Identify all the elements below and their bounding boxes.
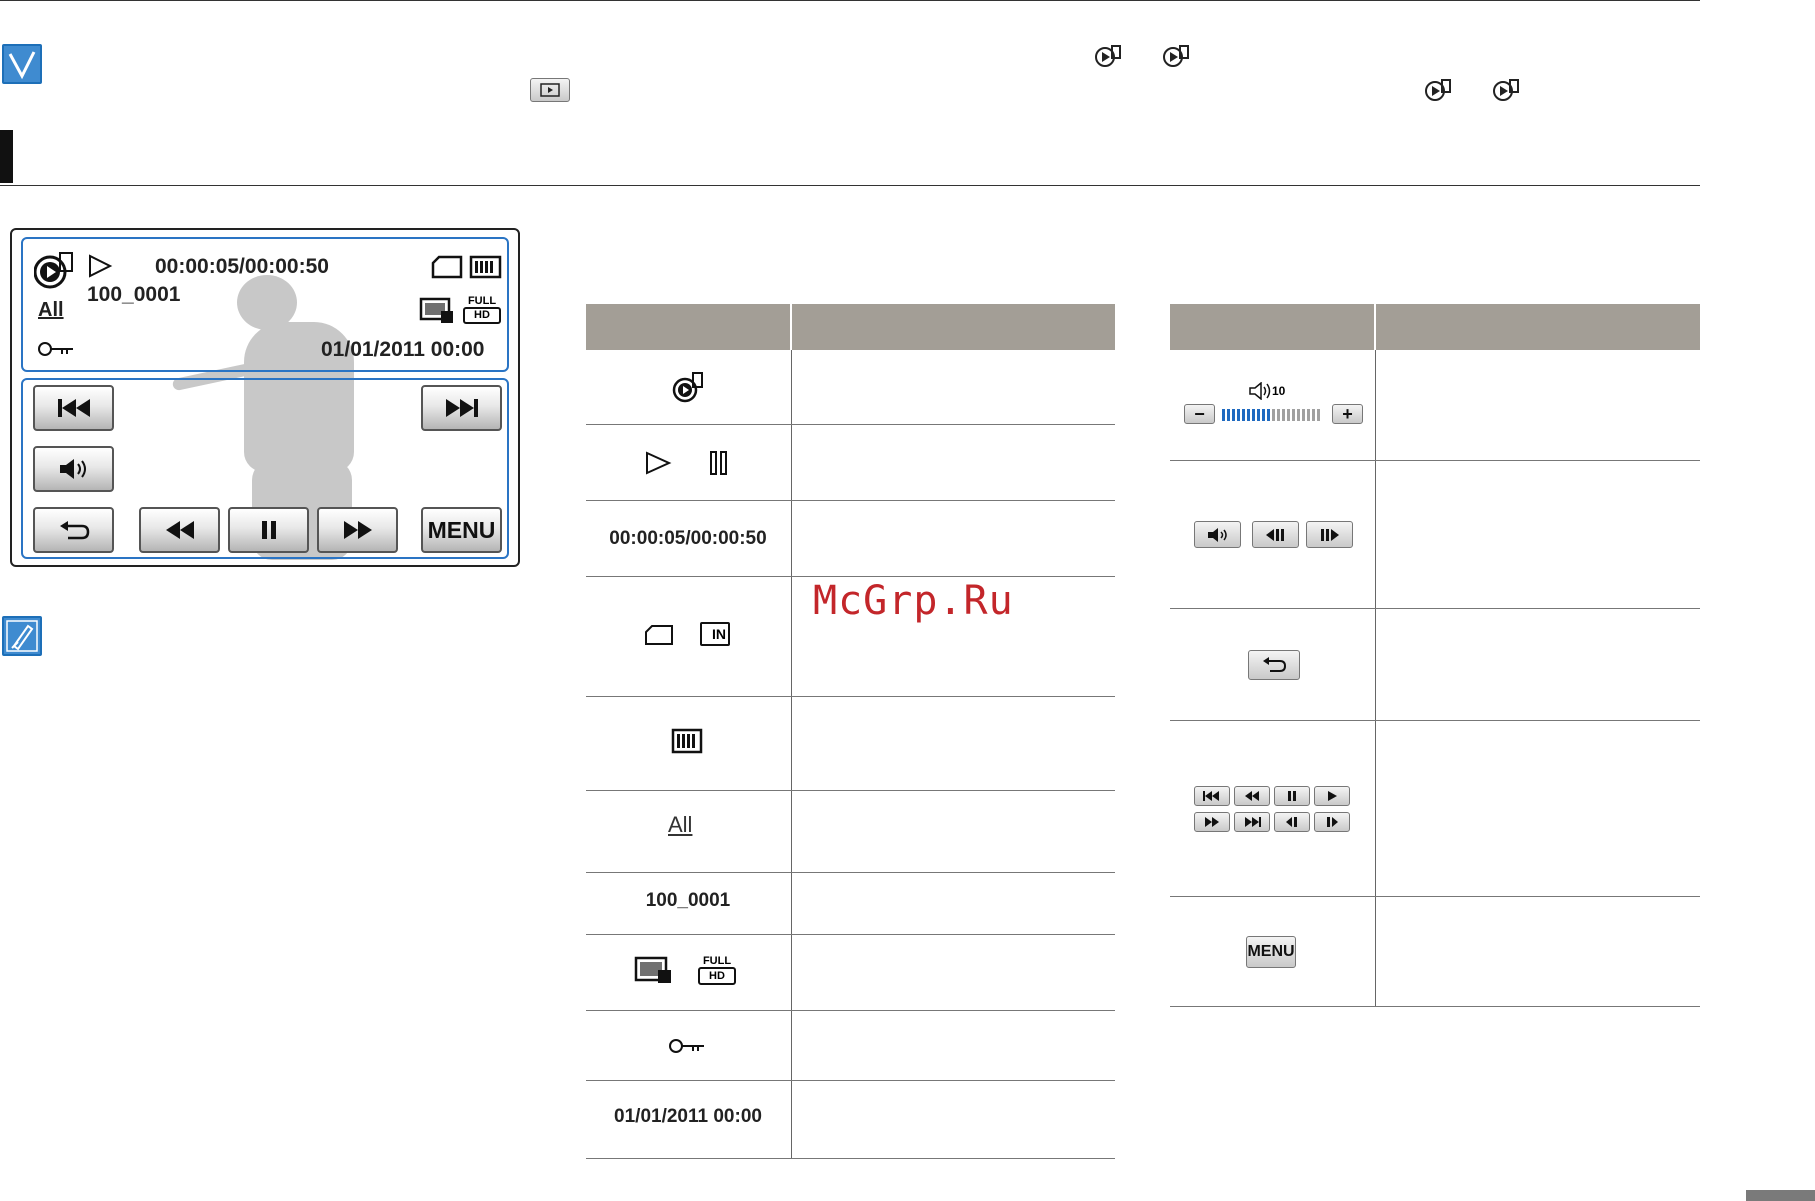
volume-button-icon <box>1194 521 1241 548</box>
timecode-text: 00:00:05/00:00:50 <box>609 528 767 549</box>
skip-forward-button-icon <box>1234 812 1270 832</box>
left-table-header-divider <box>790 304 792 350</box>
rewind-button[interactable] <box>139 507 220 553</box>
pause-button-icon <box>1274 786 1310 806</box>
volume-down-button[interactable]: − <box>1184 404 1215 424</box>
left-table-row-border <box>586 934 1115 935</box>
note-check-icon <box>2 44 42 84</box>
rewind-button-icon <box>1234 786 1270 806</box>
top-rule <box>0 0 1700 1</box>
slow-rewind-button-icon <box>1252 521 1299 548</box>
lcd-screen-illustration: 00:00:05/00:00:50 100_0001 All FULL HD 0… <box>10 228 520 567</box>
right-table-row-border <box>1170 896 1700 897</box>
left-table-header <box>586 304 1115 350</box>
page-footer-tab <box>1746 1190 1815 1201</box>
play-icon <box>644 450 672 476</box>
menu-button[interactable]: MENU <box>421 507 502 553</box>
left-table-row-border <box>586 696 1115 697</box>
lcd-timecode: 00:00:05/00:00:50 <box>155 255 329 278</box>
movie-playback-icon <box>1094 44 1124 68</box>
right-table-row-border <box>1170 460 1700 461</box>
note-pencil-icon <box>2 616 42 656</box>
right-table-row-border <box>1170 720 1700 721</box>
lcd-file-number: 100_0001 <box>87 283 181 306</box>
volume-button[interactable] <box>33 446 114 492</box>
left-table-row-border <box>586 424 1115 425</box>
movie-playback-icon <box>1162 44 1192 68</box>
section-rule <box>0 185 1700 186</box>
skip-back-button-icon <box>1194 786 1230 806</box>
movie-playback-mode-icon <box>672 370 706 404</box>
menu-button-icon: MENU <box>1246 936 1296 968</box>
movie-playback-mode-icon <box>33 249 76 289</box>
play-option-icon: All <box>668 812 693 837</box>
storage-card-icon <box>431 255 463 279</box>
quality-fine-icon <box>419 297 455 325</box>
watermark: McGrp.Ru <box>813 578 1014 624</box>
skip-forward-button[interactable] <box>421 385 502 431</box>
lcd-info-panel: 00:00:05/00:00:50 100_0001 All FULL HD 0… <box>21 237 509 372</box>
return-button[interactable] <box>33 507 114 553</box>
protect-key-icon <box>668 1036 708 1056</box>
protect-key-icon <box>37 339 77 359</box>
volume-up-button[interactable]: + <box>1332 404 1363 424</box>
right-table-header-divider <box>1374 304 1376 350</box>
return-button-icon <box>1248 650 1300 680</box>
volume-value: 10 <box>1272 384 1286 398</box>
resolution-icon: FULL HD <box>698 955 736 987</box>
left-table-row-border <box>586 1080 1115 1081</box>
slow-forward-button-icon <box>1306 521 1353 548</box>
right-table-row-border <box>1170 608 1700 609</box>
pause-icon <box>708 450 730 476</box>
storage-card-icon <box>644 624 674 646</box>
left-table-row-border <box>586 576 1115 577</box>
left-table-row-border <box>586 872 1115 873</box>
quality-fine-icon <box>634 956 674 986</box>
left-table-row-border <box>586 790 1115 791</box>
section-heading-marker <box>0 130 13 183</box>
slow-rewind-button-icon <box>1274 812 1310 832</box>
battery-icon <box>670 727 704 755</box>
resolution-icon: FULL HD <box>463 295 501 325</box>
play-button-icon <box>1314 786 1350 806</box>
volume-level-bar <box>1222 408 1322 421</box>
skip-back-button[interactable] <box>33 385 114 431</box>
left-table-row-border <box>586 1158 1115 1159</box>
lcd-datetime: 01/01/2011 00:00 <box>321 338 485 361</box>
right-table-column-divider <box>1375 350 1376 1006</box>
slow-forward-button-icon <box>1314 812 1350 832</box>
left-table-column-divider <box>791 350 792 1158</box>
internal-memory-icon: IN <box>700 622 730 646</box>
play-status-icon <box>87 253 113 279</box>
datetime-text: 01/01/2011 00:00 <box>614 1106 762 1127</box>
pause-button[interactable] <box>228 507 309 553</box>
left-table-row-border <box>586 500 1115 501</box>
playback-mode-button-icon <box>530 78 570 102</box>
file-number-text: 100_0001 <box>645 890 731 911</box>
right-table-row-border <box>1170 1006 1700 1007</box>
lcd-control-panel: MENU <box>21 378 509 559</box>
movie-playback-icon <box>1492 78 1522 102</box>
right-table-header <box>1170 304 1700 350</box>
left-table-row-border <box>586 1010 1115 1011</box>
play-option-icon: All <box>38 299 64 321</box>
volume-speaker-icon <box>1248 381 1272 401</box>
fast-forward-button[interactable] <box>317 507 398 553</box>
movie-playback-icon <box>1424 78 1454 102</box>
battery-icon <box>469 253 503 281</box>
fast-forward-button-icon <box>1194 812 1230 832</box>
